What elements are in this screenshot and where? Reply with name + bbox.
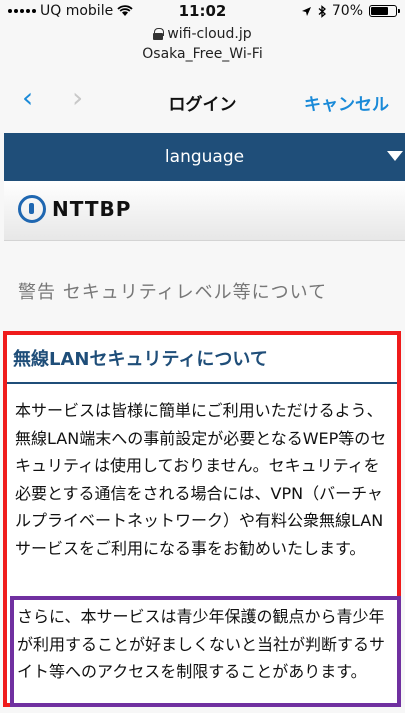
url-text: wifi-cloud.jp (167, 26, 252, 42)
section-title: 無線LANセキュリティについて (13, 349, 268, 370)
content-filter-notice-box: さらに、本サービスは青少年保護の観点から青少年が利用することが好ましくないと当社… (10, 596, 401, 707)
dropdown-arrow-icon (387, 151, 403, 161)
nttbp-logo-icon (18, 195, 46, 223)
logo-area: NTTBP (4, 181, 405, 241)
battery-icon (369, 5, 400, 17)
battery-fill (371, 7, 388, 15)
status-right: 70% (301, 3, 400, 19)
warning-heading: 警告 セキュリティレベル等について (18, 282, 328, 303)
logo-text: NTTBP (52, 197, 132, 221)
cancel-button[interactable]: キャンセル (304, 90, 389, 115)
content-filter-paragraph: さらに、本サービスは青少年保護の観点から青少年が利用することが好ましくないと当社… (17, 607, 386, 681)
battery-percent: 70% (331, 3, 363, 19)
security-paragraph: 本サービスは皆様に簡単にご利用いただけるよう、無線LAN端末への事前設定が必要と… (15, 401, 387, 558)
address-row[interactable]: wifi-cloud.jp (0, 26, 405, 42)
nttbp-logo: NTTBP (18, 195, 131, 223)
lock-icon (153, 28, 165, 40)
language-label: language (164, 147, 245, 167)
title-divider (7, 382, 397, 384)
site-title: Osaka_Free_Wi-Fi (142, 46, 263, 62)
navigation-bar: ‹ › ログイン キャンセル (0, 78, 405, 122)
status-bar: UQ mobile 11:02 70% (0, 0, 405, 22)
language-selector[interactable]: language (4, 133, 405, 181)
location-icon (301, 6, 311, 16)
bluetooth-icon (318, 4, 326, 18)
